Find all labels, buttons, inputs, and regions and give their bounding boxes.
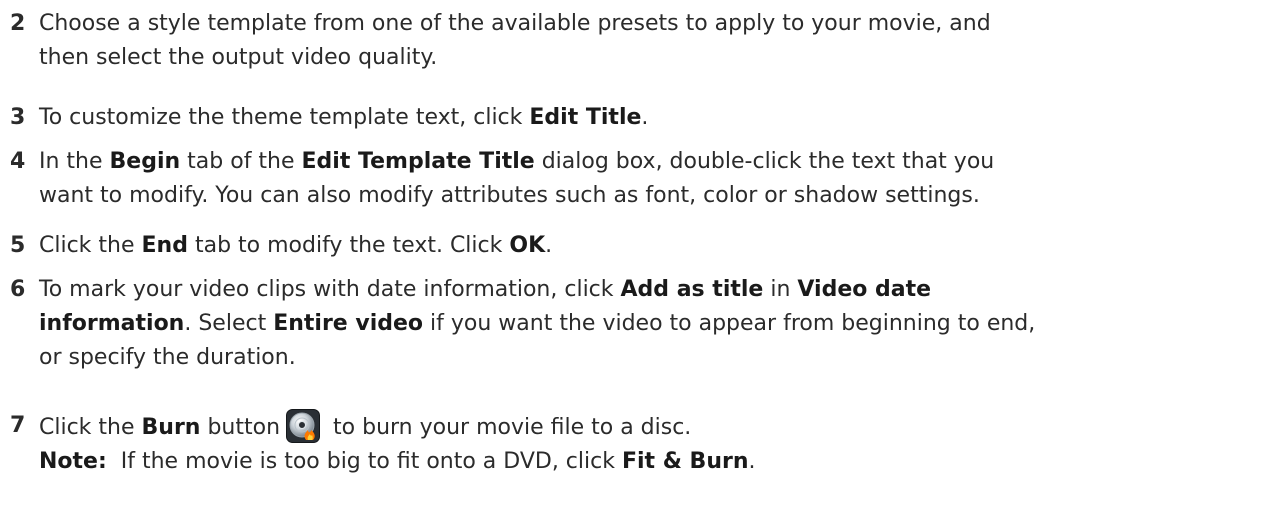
step-text-line: Choose a style template from one of the … <box>39 11 991 36</box>
note-label: Note: <box>39 449 107 474</box>
document-page: 2 Choose a style template from one of th… <box>0 0 1265 507</box>
ui-term-add-as-title: Add as title <box>620 277 764 302</box>
step-number: 6 <box>10 277 26 302</box>
step-text-line: then select the output video quality. <box>39 45 438 70</box>
ui-term-end: End <box>141 233 188 258</box>
step-text-line: To mark your video clips with date infor… <box>39 277 932 302</box>
step-text-line: In the Begin tab of the Edit Template Ti… <box>39 149 995 174</box>
step-number: 4 <box>10 149 26 174</box>
ui-term-begin: Begin <box>109 149 181 174</box>
step-text-line: Click the Burn button to burn your movie… <box>39 409 1249 445</box>
ui-term-edit-title: Edit Title <box>529 105 642 130</box>
step-number: 3 <box>10 105 26 130</box>
ui-term-burn: Burn <box>141 415 201 440</box>
step-text-line: information. Select Entire video if you … <box>39 311 1036 336</box>
ui-term-entire-video: Entire video <box>273 311 424 336</box>
ui-term-information: information <box>39 311 185 336</box>
step-number: 7 <box>10 413 26 438</box>
burn-disc-icon <box>286 409 321 443</box>
step-number: 5 <box>10 233 26 258</box>
ui-term-edit-template-title: Edit Template Title <box>301 149 535 174</box>
ui-term-ok: OK <box>509 233 546 258</box>
step-text-line: want to modify. You can also modify attr… <box>39 183 980 208</box>
ui-term-video-date: Video date <box>797 277 932 302</box>
step-text-line: or specify the duration. <box>39 345 296 370</box>
step-number: 2 <box>10 11 26 36</box>
ui-term-fit-and-burn: Fit & Burn <box>621 449 749 474</box>
note-line: Note: If the movie is too big to fit ont… <box>39 449 756 474</box>
